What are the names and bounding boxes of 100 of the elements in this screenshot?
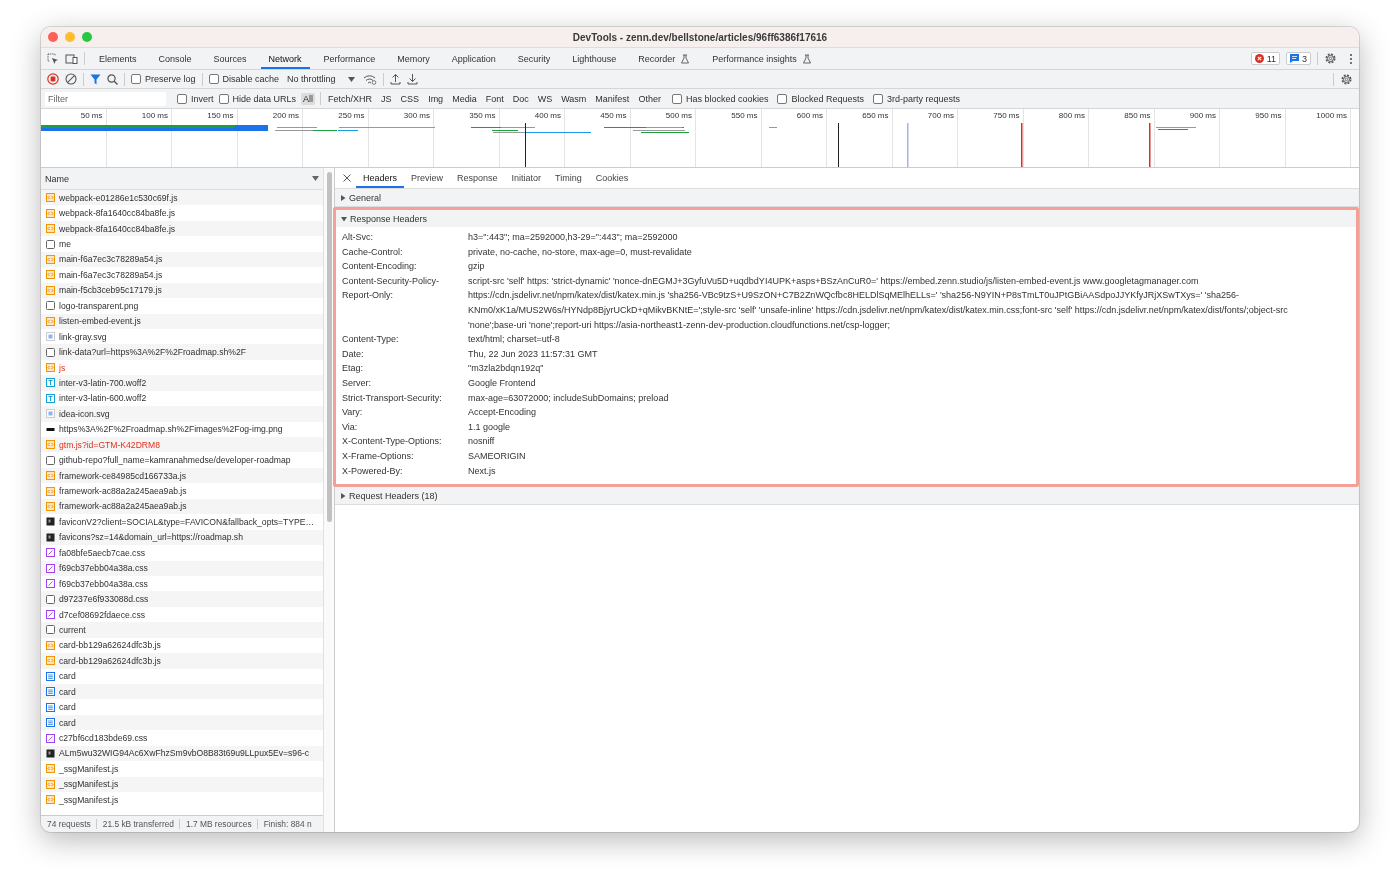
tick-label: 1000 ms	[1316, 111, 1347, 120]
disable-cache-label[interactable]: Disable cache	[222, 74, 280, 84]
panel-tab[interactable]: Sources	[205, 48, 255, 69]
inspect-icon[interactable]	[47, 52, 59, 65]
panel-tab[interactable]: Performance	[315, 48, 384, 69]
details-tab[interactable]: Initiator	[504, 168, 549, 188]
clear-icon[interactable]	[65, 73, 77, 85]
request-name[interactable]: js	[59, 362, 66, 373]
message-count-badge[interactable]: 3	[1286, 52, 1311, 65]
checkbox[interactable]	[777, 93, 788, 104]
filter-icon[interactable]	[90, 73, 101, 85]
panel-tab[interactable]: Lighthouse	[564, 48, 625, 69]
panel-tab[interactable]: Memory	[389, 48, 438, 69]
request-name[interactable]: logo-transparent.png	[59, 300, 139, 311]
panel-tab[interactable]: Performance insights	[704, 48, 820, 69]
sort-caret-icon[interactable]	[312, 176, 319, 181]
settings-icon[interactable]	[1324, 52, 1337, 65]
type-filter-button[interactable]: Doc	[510, 92, 531, 105]
filter-option-label[interactable]: Has blocked cookies	[685, 93, 769, 104]
filter-field[interactable]: Filter	[45, 91, 166, 106]
request-name[interactable]: framework-ac88a2a245aea9ab.js	[59, 486, 187, 497]
section-header[interactable]: Request Headers (18)	[335, 487, 1359, 505]
filter-option-label[interactable]: Blocked Requests	[791, 93, 864, 104]
section-header[interactable]: General	[335, 189, 1359, 206]
checkbox[interactable]	[208, 74, 219, 84]
panel-tab[interactable]: Application	[443, 48, 504, 69]
header-value: 1.1 google	[468, 420, 512, 434]
type-filter-button[interactable]: Media	[450, 92, 479, 105]
script-file-icon	[46, 501, 55, 511]
type-filter-button[interactable]: Font	[483, 92, 506, 105]
type-filter-button[interactable]: Other	[636, 92, 663, 105]
type-filter-button[interactable]: Fetch/XHR	[326, 92, 375, 105]
upload-icon[interactable]	[389, 73, 401, 85]
search-icon[interactable]	[107, 73, 118, 85]
checkbox[interactable]	[873, 93, 883, 104]
panel-tab[interactable]: Security	[509, 48, 559, 69]
request-name[interactable]: f69cb37ebb04a38a.css	[59, 578, 148, 589]
request-name[interactable]: card	[59, 686, 76, 697]
network-conditions-icon[interactable]	[362, 73, 377, 85]
checkbox[interactable]	[671, 93, 682, 104]
request-name[interactable]: listen-embed-event.js	[59, 316, 141, 327]
fetch-file-icon	[46, 718, 55, 728]
details-tab[interactable]: Timing	[548, 168, 589, 188]
request-name[interactable]: card-bb129a62624dfc3b.js	[59, 640, 161, 651]
filter-option-label[interactable]: 3rd-party requests	[887, 93, 961, 104]
panel-tab[interactable]: Elements	[91, 48, 145, 69]
document-icon	[46, 625, 55, 635]
request-name[interactable]: fa08bfe5aecb7cae.css	[59, 547, 145, 558]
request-name[interactable]: webpack-8fa1640cc84ba8fe.js	[59, 208, 176, 219]
request-name[interactable]: card	[59, 671, 76, 682]
script-file-icon	[46, 656, 55, 666]
request-name[interactable]: github-repo?full_name=kamranahmedse/developer-roadmap	[59, 455, 291, 466]
checkbox[interactable]	[131, 74, 141, 84]
throttling-dropdown[interactable]: No throttling	[285, 74, 357, 84]
type-filter-button[interactable]: Img	[426, 92, 446, 105]
more-menu-icon[interactable]	[1349, 52, 1353, 65]
request-name[interactable]: https%3A%2F%2Froadmap.sh%2Fimages%2Fog-img.png	[59, 424, 283, 435]
request-name[interactable]: idea-icon.svg	[59, 408, 110, 419]
request-name[interactable]: d7cef08692fdaece.css	[59, 609, 145, 620]
type-filter-button[interactable]: JS	[379, 92, 394, 105]
column-header[interactable]: Name	[45, 173, 69, 184]
request-name[interactable]: _ssgManifest.js	[59, 794, 119, 805]
section-header[interactable]: Response Headers	[336, 210, 1356, 227]
request-name[interactable]: _ssgManifest.js	[59, 763, 119, 774]
error-count-badge[interactable]: 11	[1250, 52, 1280, 65]
request-name[interactable]: card	[59, 702, 76, 713]
panel-tab[interactable]: Recorder	[630, 48, 699, 69]
scrollbar-thumb[interactable]	[326, 172, 332, 522]
checkbox[interactable]	[177, 93, 187, 104]
type-filter-button[interactable]: All	[301, 92, 316, 105]
checkbox[interactable]	[218, 93, 229, 104]
header-name: Alt-Svc:	[342, 231, 374, 244]
request-name[interactable]: card	[59, 717, 76, 728]
request-name[interactable]: _ssgManifest.js	[59, 779, 119, 790]
network-settings-icon[interactable]	[1340, 72, 1353, 86]
filter-option-label[interactable]: Hide data URLs	[232, 93, 297, 104]
type-filter-button[interactable]: WS	[535, 92, 555, 105]
panel-tab[interactable]: Console	[150, 48, 200, 69]
request-name[interactable]: c27bf6cd183bde69.css	[59, 733, 148, 744]
preserve-log-label[interactable]: Preserve log	[145, 74, 196, 84]
close-icon[interactable]	[343, 174, 351, 182]
device-icon[interactable]	[65, 52, 78, 65]
request-name[interactable]: current	[59, 624, 86, 635]
type-filter-button[interactable]: Manifest	[593, 92, 632, 105]
header-name: Cache-Control:	[342, 245, 404, 259]
filter-option-label[interactable]: Invert	[191, 93, 214, 104]
details-tab[interactable]: Cookies	[588, 168, 636, 188]
close-light[interactable]	[48, 32, 58, 42]
stop-recording-icon[interactable]	[47, 73, 59, 85]
request-name[interactable]: faviconV2?client=SOCIAL&type=FAVICON&fallback_opts=TYPE…	[59, 516, 315, 527]
download-icon[interactable]	[406, 73, 418, 85]
request-name[interactable]: inter-v3-latin-600.woff2	[59, 393, 147, 404]
details-tab[interactable]: Preview	[404, 168, 451, 188]
type-filter-button[interactable]: Wasm	[559, 92, 589, 105]
script-file-icon	[46, 193, 55, 203]
request-name[interactable]: me	[59, 239, 71, 250]
details-tab[interactable]: Response	[450, 168, 505, 188]
request-name[interactable]: link-gray.svg	[59, 331, 107, 342]
request-name[interactable]: main-f6a7ec3c78289a54.js	[59, 269, 163, 280]
type-filter-button[interactable]: CSS	[398, 92, 422, 105]
